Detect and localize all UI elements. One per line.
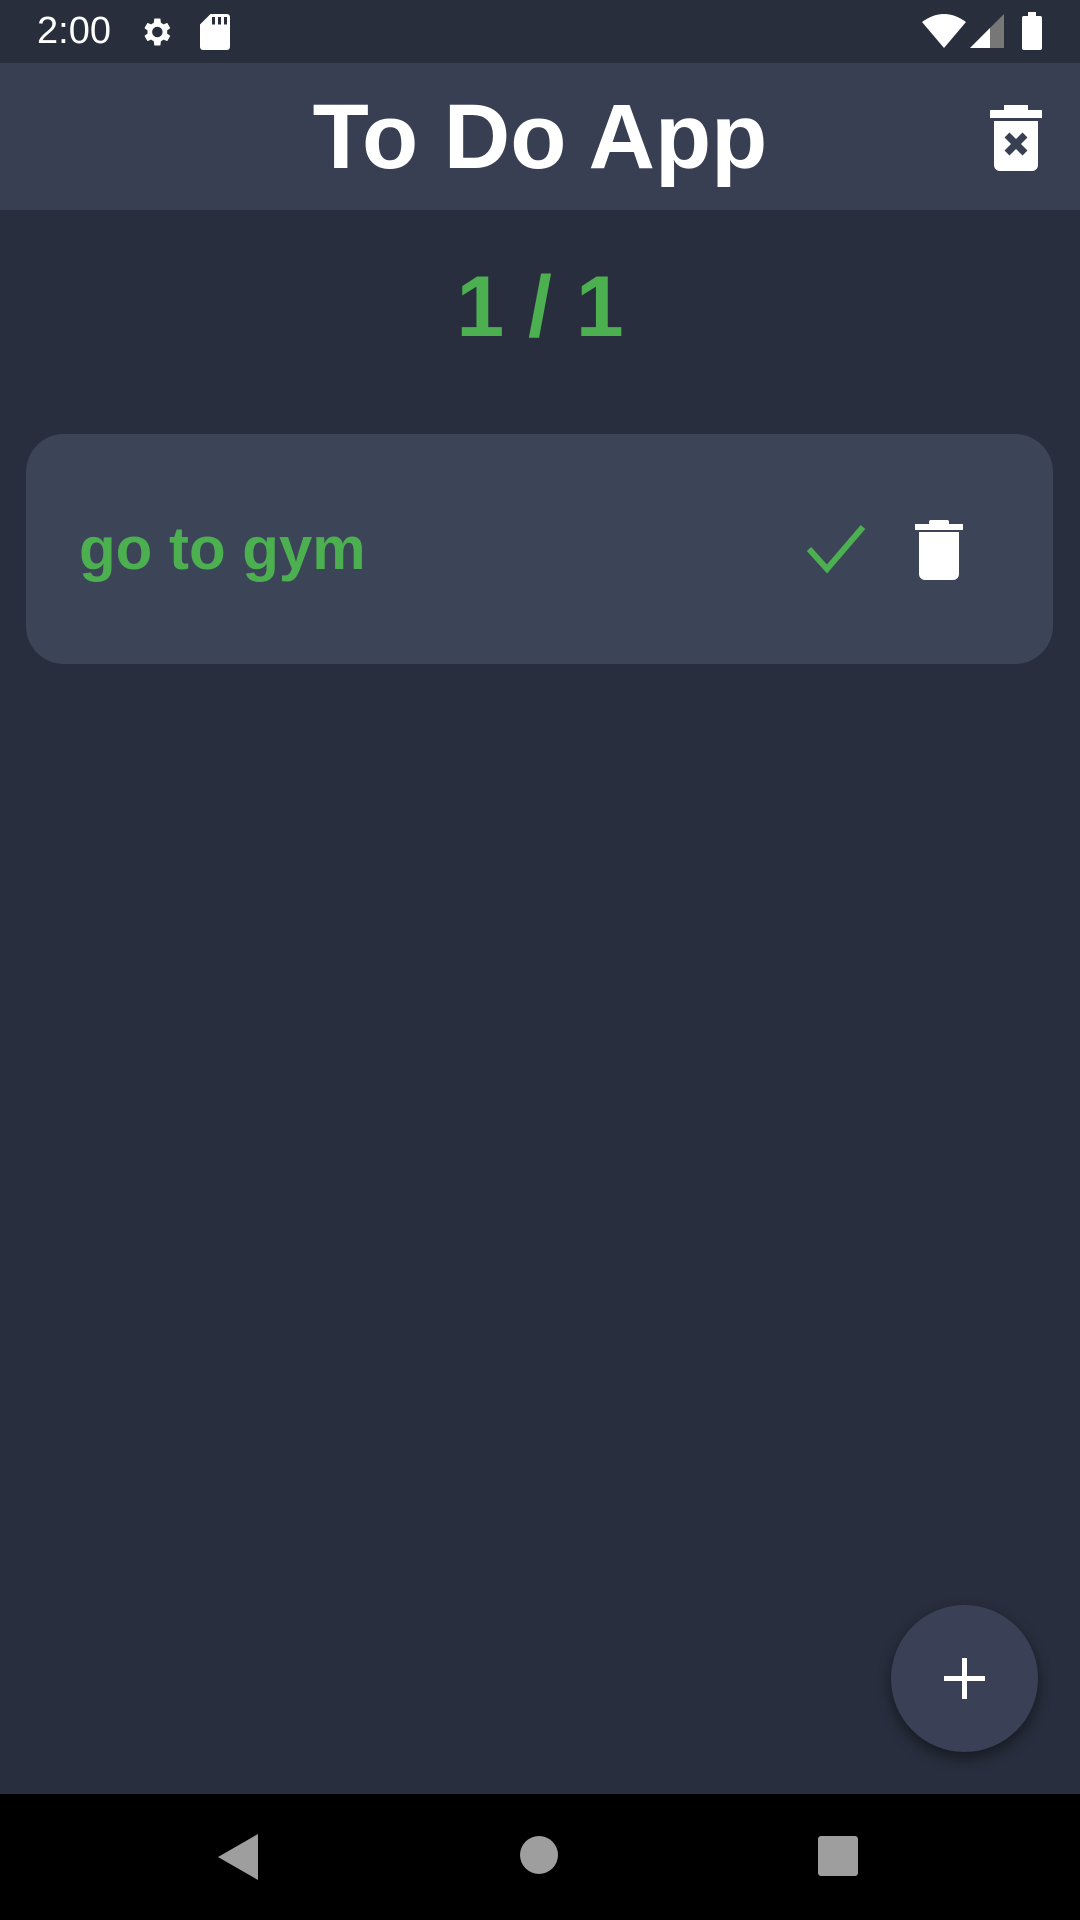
battery-icon [1022, 12, 1042, 50]
back-icon[interactable] [218, 1834, 258, 1880]
page-title: To Do App [312, 86, 768, 188]
home-icon[interactable] [520, 1836, 558, 1874]
task-item[interactable]: go to gym [26, 434, 1053, 664]
recents-icon[interactable] [818, 1836, 858, 1876]
plus-icon [944, 1658, 985, 1699]
navigation-bar [0, 1794, 1080, 1920]
delete-all-icon[interactable] [990, 105, 1042, 171]
task-text: go to gym [79, 515, 366, 582]
wifi-icon [922, 14, 966, 48]
progress-counter: 1 / 1 [456, 259, 624, 355]
sd-card-icon [200, 14, 230, 50]
status-bar: 2:00 [0, 0, 1080, 63]
status-time: 2:00 [37, 10, 111, 52]
signal-icon [970, 14, 1004, 48]
settings-icon [144, 18, 171, 46]
app-bar: To Do App [0, 63, 1080, 210]
check-icon[interactable] [806, 524, 866, 574]
add-task-button[interactable] [891, 1605, 1038, 1752]
delete-icon[interactable] [915, 520, 963, 580]
